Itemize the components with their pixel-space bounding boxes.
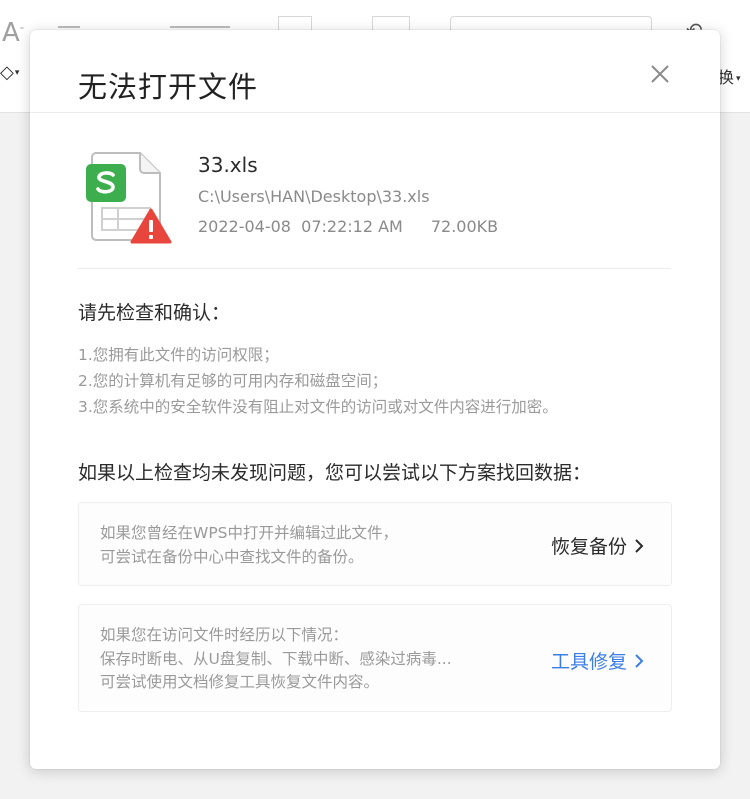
table-icon[interactable] xyxy=(278,16,312,31)
card-description: 如果您在访问文件时经历以下情况： 保存时断电、从U盘复制、下载中断、感染过病毒.… xyxy=(100,624,452,695)
chevron-right-icon xyxy=(635,653,644,668)
file-datetime: 2022-04-08 07:22:12 AM xyxy=(198,217,403,236)
toolbar-switch-button[interactable]: 换 ▾ xyxy=(718,64,741,88)
file-path: C:\Users\HAN\Desktop\33.xls xyxy=(198,187,430,206)
chevron-right-icon xyxy=(635,538,644,553)
font-size-glyph: A xyxy=(2,18,20,48)
chevron-down-icon: ▾ xyxy=(736,73,741,84)
file-name: 33.xls xyxy=(198,153,258,177)
tool-repair-card[interactable]: 如果您在访问文件时经历以下情况： 保存时断电、从U盘复制、下载中断、感染过病毒.… xyxy=(78,604,672,712)
file-size: 72.00KB xyxy=(430,217,499,236)
close-button[interactable] xyxy=(642,56,678,92)
tool-repair-button[interactable]: 工具修复 xyxy=(551,647,645,674)
restore-backup-button[interactable]: 恢复备份 xyxy=(551,532,645,559)
close-icon xyxy=(651,65,669,83)
font-size-button[interactable]: A- xyxy=(2,18,24,48)
check-heading: 请先检查和确认： xyxy=(78,302,231,324)
list-item: 1.您拥有此文件的访问权限； xyxy=(78,346,279,364)
toolbar-search-box[interactable] xyxy=(450,16,652,31)
card-description: 如果您曾经在WPS中打开并编辑过此文件， 可尝试在备份中心中查找文件的备份。 xyxy=(100,522,398,569)
check-list: 1.您拥有此文件的访问权限； 2.您的计算机有足够的可用内存和磁盘空间； 3.您… xyxy=(78,342,558,420)
card-text-line: 保存时断电、从U盘复制、下载中断、感染过病毒... xyxy=(100,649,452,668)
card-text-line: 可尝试在备份中心中查找文件的备份。 xyxy=(100,547,364,566)
card-text-line: 如果您曾经在WPS中打开并编辑过此文件， xyxy=(100,524,399,542)
toolbar-switch-label: 换 xyxy=(718,68,735,87)
restore-backup-label: 恢复备份 xyxy=(550,536,627,558)
toolbar-divider-2 xyxy=(170,26,230,28)
header-divider xyxy=(30,112,720,113)
dialog-title: 无法打开文件 xyxy=(78,70,259,104)
section-divider xyxy=(78,268,671,269)
list-item: 3.您系统中的安全软件没有阻止对文件的访问或对文件内容进行加密。 xyxy=(78,398,558,416)
font-size-suffix: - xyxy=(19,20,25,35)
card-text-line: 可尝试使用文档修复工具恢复文件内容。 xyxy=(100,673,380,691)
toolbar-divider-1 xyxy=(58,26,80,28)
restore-backup-card[interactable]: 如果您曾经在WPS中打开并编辑过此文件， 可尝试在备份中心中查找文件的备份。 恢… xyxy=(78,502,672,586)
bracket-icon[interactable] xyxy=(372,16,410,31)
warning-icon xyxy=(130,208,172,244)
recover-heading: 如果以上检查均未发现问题，您可以尝试以下方案找回数据： xyxy=(78,462,592,484)
fill-color-button[interactable]: ◇▾ xyxy=(0,62,19,83)
card-text-line: 如果您在访问文件时经历以下情况： xyxy=(100,626,349,644)
file-meta: 2022-04-08 07:22:12 AM 72.00KB xyxy=(198,217,498,236)
cannot-open-file-dialog: 无法打开文件 33.xls C:\Users\HAN\Desktop\33.xl… xyxy=(30,30,720,769)
chevron-down-icon: ▾ xyxy=(14,68,20,78)
list-item: 2.您的计算机有足够的可用内存和磁盘空间； xyxy=(78,372,388,390)
tool-repair-label: 工具修复 xyxy=(550,651,627,673)
